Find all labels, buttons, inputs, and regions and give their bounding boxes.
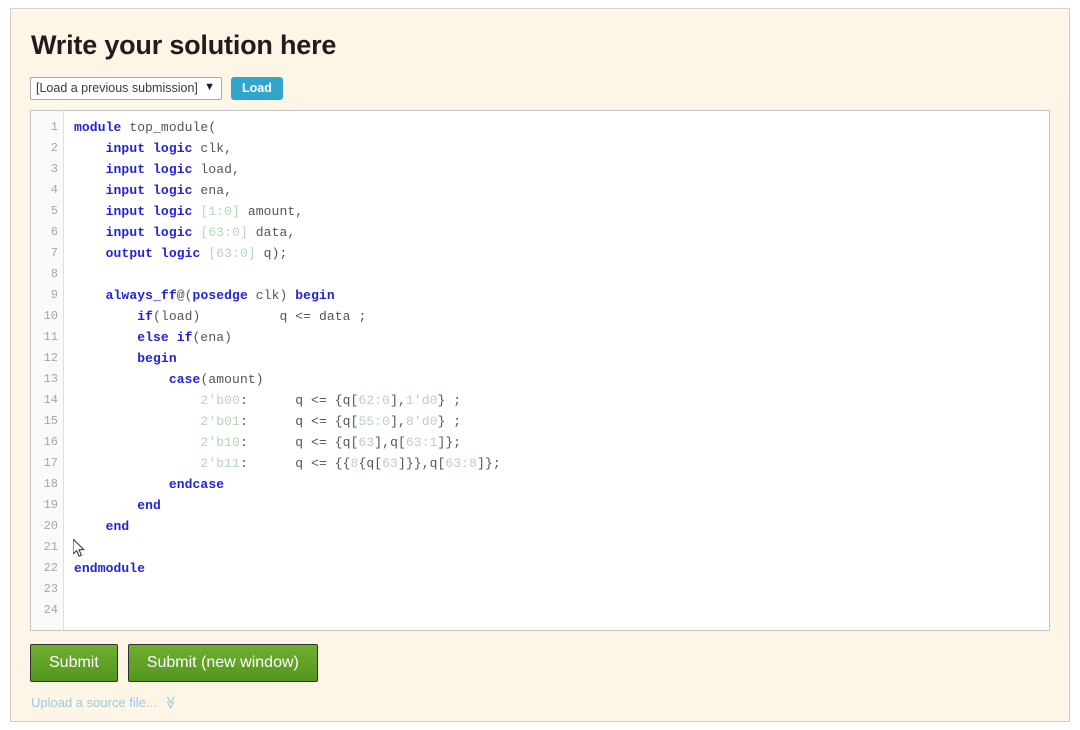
line-text: case(amount) [64,369,264,390]
line-text: end [64,516,129,537]
line-number: 12 [31,348,64,369]
line-number: 13 [31,369,64,390]
load-submission-row: [Load a previous submission] ▼ Load [11,61,1069,100]
line-number: 6 [31,222,64,243]
double-chevron-down-icon[interactable]: ≫ [164,695,177,709]
line-number: 1 [31,117,64,138]
line-text: input logic ena, [64,180,232,201]
line-number: 21 [31,537,64,558]
code-line: 11 else if(ena) [31,327,1049,348]
code-line: 21 [31,537,1049,558]
code-line: 2 input logic clk, [31,138,1049,159]
line-number: 20 [31,516,64,537]
code-line: 19 end [31,495,1049,516]
submission-select[interactable]: [Load a previous submission] [30,77,222,100]
code-line: 13 case(amount) [31,369,1049,390]
line-number: 8 [31,264,64,285]
line-text [64,264,74,285]
line-text: endmodule [64,558,145,579]
line-text: end [64,495,161,516]
line-number: 18 [31,474,64,495]
line-text: 2'b11: q <= {{8{q[63]}},q[63:8]}; [64,453,501,474]
code-line: 3 input logic load, [31,159,1049,180]
submit-new-window-button[interactable]: Submit (new window) [128,644,318,682]
line-text [64,537,74,558]
line-number: 23 [31,579,64,600]
code-line: 9 always_ff@(posedge clk) begin [31,285,1049,306]
code-line: 1module top_module( [31,117,1049,138]
line-number: 15 [31,411,64,432]
line-text: if(load) q <= data ; [64,306,366,327]
line-number: 24 [31,600,64,621]
code-line: 23 [31,579,1049,600]
line-text: output logic [63:0] q); [64,243,287,264]
line-number: 9 [31,285,64,306]
line-number: 17 [31,453,64,474]
code-line: 4 input logic ena, [31,180,1049,201]
line-number: 2 [31,138,64,159]
line-number: 10 [31,306,64,327]
page-title: Write your solution here [11,9,1069,61]
solution-panel: Write your solution here [Load a previou… [10,8,1070,722]
line-text: input logic [1:0] amount, [64,201,303,222]
line-text: 2'b00: q <= {q[62:0],1'd0} ; [64,390,461,411]
code-line: 18 endcase [31,474,1049,495]
line-text: 2'b10: q <= {q[63],q[63:1]}; [64,432,461,453]
line-text: else if(ena) [64,327,232,348]
line-number: 3 [31,159,64,180]
line-text: module top_module( [64,117,216,138]
line-text: input logic load, [64,159,240,180]
line-number: 4 [31,180,64,201]
submit-button-row: Submit Submit (new window) [11,631,1069,682]
submission-select-wrapper[interactable]: [Load a previous submission] ▼ [30,77,222,100]
load-button[interactable]: Load [231,77,283,100]
code-line: 5 input logic [1:0] amount, [31,201,1049,222]
code-line: 17 2'b11: q <= {{8{q[63]}},q[63:8]}; [31,453,1049,474]
code-line: 20 end [31,516,1049,537]
line-number: 16 [31,432,64,453]
code-line: 10 if(load) q <= data ; [31,306,1049,327]
upload-source-file-link[interactable]: Upload a source file... [31,695,157,710]
line-number: 11 [31,327,64,348]
code-line: 14 2'b00: q <= {q[62:0],1'd0} ; [31,390,1049,411]
line-text: input logic [63:0] data, [64,222,295,243]
upload-source-file-row: Upload a source file... ≫ [11,682,1069,710]
line-text: input logic clk, [64,138,232,159]
code-line: 15 2'b01: q <= {q[55:0],8'd0} ; [31,411,1049,432]
line-text [64,600,74,621]
code-line: 6 input logic [63:0] data, [31,222,1049,243]
line-number: 14 [31,390,64,411]
code-line: 16 2'b10: q <= {q[63],q[63:1]}; [31,432,1049,453]
line-number: 22 [31,558,64,579]
code-line: 12 begin [31,348,1049,369]
line-text [64,579,74,600]
code-line: 22endmodule [31,558,1049,579]
line-text: endcase [64,474,224,495]
code-content[interactable]: 1module top_module(2 input logic clk,3 i… [31,111,1049,621]
submit-button[interactable]: Submit [30,644,118,682]
code-line: 8 [31,264,1049,285]
code-line: 7 output logic [63:0] q); [31,243,1049,264]
code-line: 24 [31,600,1049,621]
line-number: 5 [31,201,64,222]
line-text: 2'b01: q <= {q[55:0],8'd0} ; [64,411,461,432]
line-number: 7 [31,243,64,264]
line-text: always_ff@(posedge clk) begin [64,285,335,306]
code-editor[interactable]: 1module top_module(2 input logic clk,3 i… [30,110,1050,631]
line-number: 19 [31,495,64,516]
line-text: begin [64,348,177,369]
